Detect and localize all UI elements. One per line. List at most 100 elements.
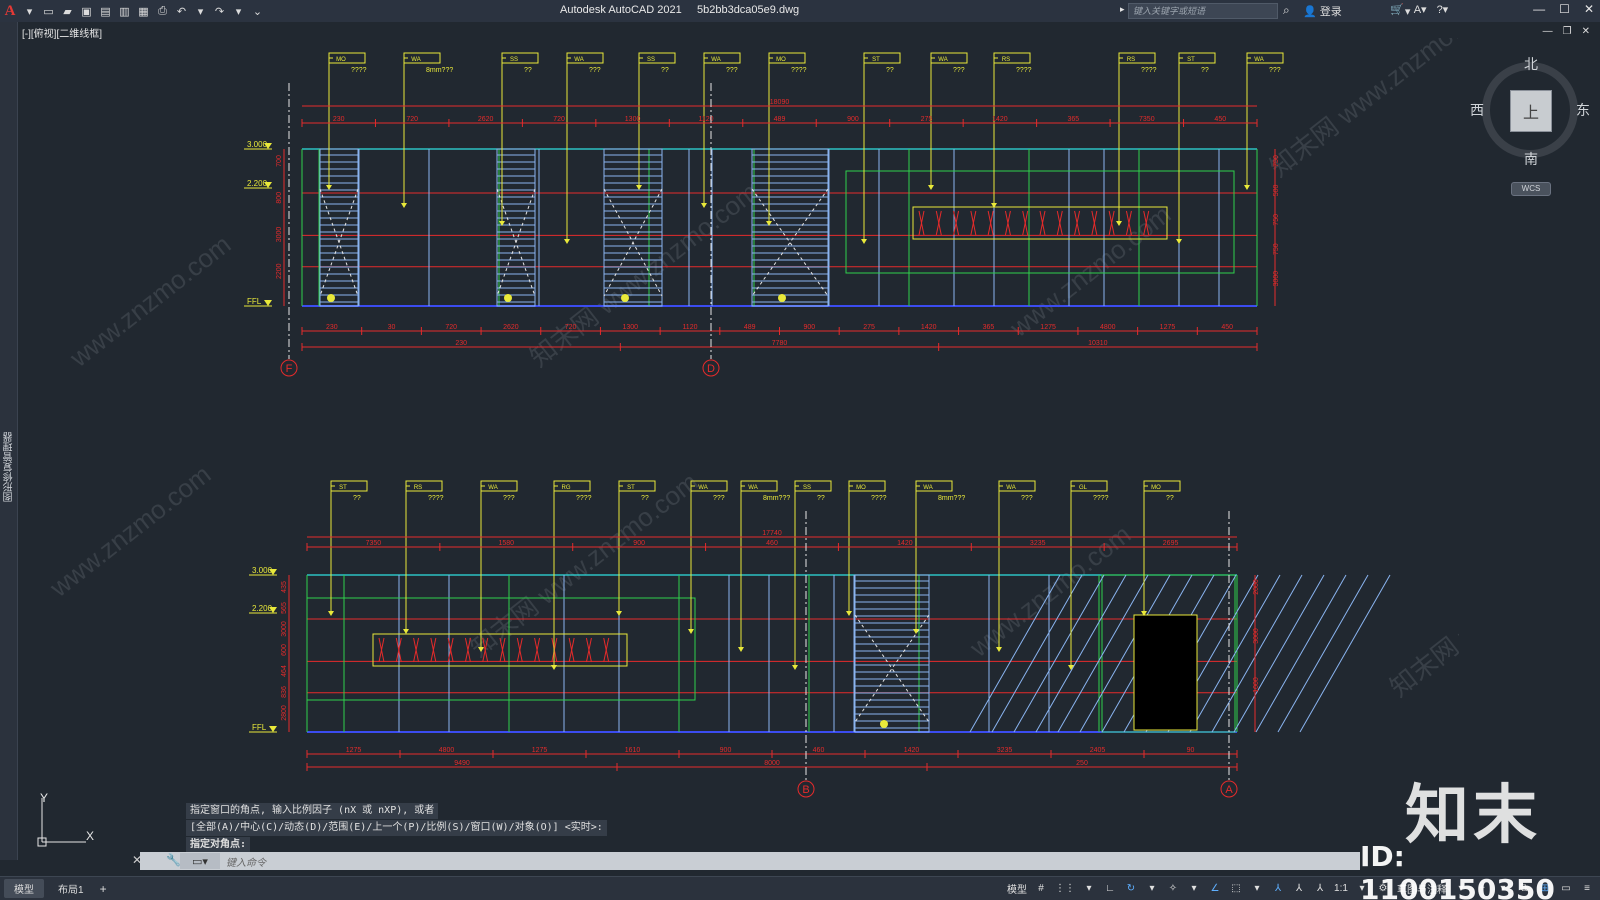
snap-icon[interactable]: ⋮⋮ bbox=[1055, 883, 1075, 894]
customize-icon[interactable]: ⌄ bbox=[248, 2, 267, 20]
doc-restore-icon[interactable]: ❐ bbox=[1563, 26, 1572, 37]
light-fixture-icon bbox=[504, 294, 512, 302]
app-menu-button[interactable]: A bbox=[0, 0, 20, 22]
command-close-icon[interactable]: ✕ bbox=[132, 853, 142, 867]
command-customize-icon[interactable]: 🔧 bbox=[166, 853, 181, 867]
auto-scale-icon[interactable]: ⅄ bbox=[1292, 883, 1306, 894]
dimension-text-vertical: 565 bbox=[281, 602, 288, 614]
compass-south[interactable]: 南 bbox=[1524, 149, 1538, 169]
drawing-recovery-label[interactable]: 图形修复管理器 bbox=[2, 432, 17, 502]
search-input[interactable]: 键入关键字或短语 bbox=[1128, 3, 1278, 19]
viewcube-top-face[interactable]: 上 bbox=[1510, 90, 1552, 132]
search-icon[interactable]: ⌕ bbox=[1283, 3, 1290, 18]
material-tag-code: WA bbox=[698, 485, 707, 491]
tab-model[interactable]: 模型 bbox=[4, 879, 44, 898]
leader-arrow-icon bbox=[328, 611, 334, 616]
light-fixture-icon bbox=[621, 294, 629, 302]
maximize-icon[interactable]: ☐ bbox=[1559, 2, 1570, 16]
compass-west[interactable]: 西 bbox=[1470, 100, 1484, 120]
tab-layout1[interactable]: 布局1 bbox=[48, 879, 94, 898]
dimension-text: 250 bbox=[1076, 760, 1088, 767]
dimension-text: 4800 bbox=[439, 747, 455, 754]
publish-icon[interactable]: ▥ bbox=[115, 2, 134, 20]
command-input[interactable]: 键入命令 bbox=[226, 854, 266, 869]
add-layout-icon[interactable]: + bbox=[100, 882, 107, 896]
undo-dropdown-icon[interactable]: ▾ bbox=[191, 2, 210, 20]
material-tag bbox=[863, 52, 901, 64]
osnap-dropdown-icon[interactable]: ▾ bbox=[1250, 883, 1264, 894]
material-tag-text: ???? bbox=[871, 495, 887, 502]
level-label: 3.000 bbox=[252, 566, 273, 575]
material-tag-text: ???? bbox=[428, 495, 444, 502]
undo-icon[interactable]: ↶ bbox=[172, 2, 191, 20]
model-space-button[interactable]: 模型 bbox=[1007, 881, 1027, 896]
new-icon[interactable]: ▭ bbox=[39, 2, 58, 20]
material-tag bbox=[768, 52, 806, 64]
isodraft-icon[interactable]: ∠ bbox=[1208, 883, 1222, 894]
redo-icon[interactable]: ↷ bbox=[210, 2, 229, 20]
material-tag bbox=[930, 52, 968, 64]
annotation-scale-value[interactable]: 1:1 bbox=[1334, 883, 1348, 894]
level-marker-icon bbox=[264, 300, 272, 306]
material-tag-text: ???? bbox=[576, 495, 592, 502]
material-tag-text: ?? bbox=[1166, 495, 1174, 502]
close-icon[interactable]: ✕ bbox=[1584, 2, 1594, 16]
redo-dropdown-icon[interactable]: ▾ bbox=[229, 2, 248, 20]
command-line[interactable]: ✕ 🔧 ▭▾ 键入命令 bbox=[132, 852, 1360, 870]
dimension-text: 4800 bbox=[1100, 324, 1116, 331]
polar-dropdown-icon[interactable]: ▾ bbox=[1187, 883, 1201, 894]
material-tag-text: ?? bbox=[817, 495, 825, 502]
compass-east[interactable]: 东 bbox=[1576, 100, 1590, 120]
material-tag bbox=[993, 52, 1031, 64]
title-bar: A ▾ ▭ ▰ ▣ ▤ ▥ ▦ ⎙ ↶ ▾ ↷ ▾ ⌄ Autodesk Aut… bbox=[0, 0, 1600, 22]
help-icon[interactable]: ?▾ bbox=[1437, 3, 1449, 16]
material-tag-text: ???? bbox=[1141, 67, 1157, 74]
minimize-icon[interactable]: — bbox=[1533, 2, 1545, 16]
material-tag bbox=[915, 480, 953, 492]
dimension-text: 1275 bbox=[1160, 324, 1176, 331]
command-prompt-icon[interactable]: ▭▾ bbox=[180, 853, 220, 869]
save-icon[interactable]: ▣ bbox=[77, 2, 96, 20]
drawing-canvas[interactable]: www.znzmo.com 知末网 www.znzmo.com www.znzmo… bbox=[19, 38, 1459, 828]
wcs-menu-button[interactable]: WCS bbox=[1511, 182, 1551, 196]
infer-constraints-icon[interactable]: ∟ bbox=[1103, 883, 1117, 894]
material-tag bbox=[740, 480, 778, 492]
material-tag-code: RS bbox=[414, 485, 422, 491]
print-icon[interactable]: ⎙ bbox=[153, 2, 172, 20]
dimension-text: 1120 bbox=[682, 324, 697, 331]
leader-arrow-icon bbox=[551, 665, 557, 670]
ortho-icon[interactable]: ▾ bbox=[1145, 883, 1159, 894]
search-expand-icon[interactable]: ▸ bbox=[1120, 4, 1125, 15]
material-tag-code: WA bbox=[574, 57, 583, 63]
object-snap-tracking-icon[interactable]: ⬚ bbox=[1229, 883, 1243, 894]
plot-preview-icon[interactable]: ▦ bbox=[134, 2, 153, 20]
material-tag bbox=[1178, 52, 1216, 64]
annotation-visibility-icon[interactable]: ⅄ bbox=[1271, 883, 1285, 894]
material-tag-text: ?? bbox=[886, 67, 894, 74]
material-tag-text: ???? bbox=[351, 67, 367, 74]
dimension-text: 1610 bbox=[625, 747, 641, 754]
dynamic-input-icon[interactable]: ↻ bbox=[1124, 883, 1138, 894]
open-icon[interactable]: ▰ bbox=[58, 2, 77, 20]
autodesk-a360-icon[interactable]: A▾ bbox=[1414, 3, 1427, 16]
saveas-icon[interactable]: ▤ bbox=[96, 2, 115, 20]
dimension-text: 720 bbox=[553, 116, 565, 123]
viewcube[interactable]: 上 北 南 东 西 bbox=[1470, 52, 1592, 172]
snap-dropdown-icon[interactable]: ▾ bbox=[1082, 883, 1096, 894]
grid-icon[interactable]: # bbox=[1034, 883, 1048, 894]
ucs-icon: Y X bbox=[37, 791, 94, 847]
dimension-text: 2620 bbox=[478, 116, 494, 123]
dimension-text: 365 bbox=[1068, 116, 1080, 123]
doc-close-icon[interactable]: ✕ bbox=[1582, 26, 1590, 37]
material-tag bbox=[480, 480, 518, 492]
app-menu-dropdown-icon[interactable]: ▾ bbox=[20, 2, 39, 20]
compass-north[interactable]: 北 bbox=[1524, 54, 1538, 74]
doc-minimize-icon[interactable]: — bbox=[1543, 26, 1553, 37]
cart-icon[interactable]: 🛒 bbox=[1390, 3, 1404, 16]
material-tag-text: ?? bbox=[353, 495, 361, 502]
annotation-scale-icon[interactable]: ⅄ bbox=[1313, 883, 1327, 894]
dimension-text-vertical: 750 bbox=[1273, 243, 1280, 255]
polar-tracking-icon[interactable]: ✧ bbox=[1166, 883, 1180, 894]
material-tag bbox=[328, 52, 366, 64]
left-palette-strip[interactable]: 图形修复管理器 bbox=[0, 22, 18, 860]
